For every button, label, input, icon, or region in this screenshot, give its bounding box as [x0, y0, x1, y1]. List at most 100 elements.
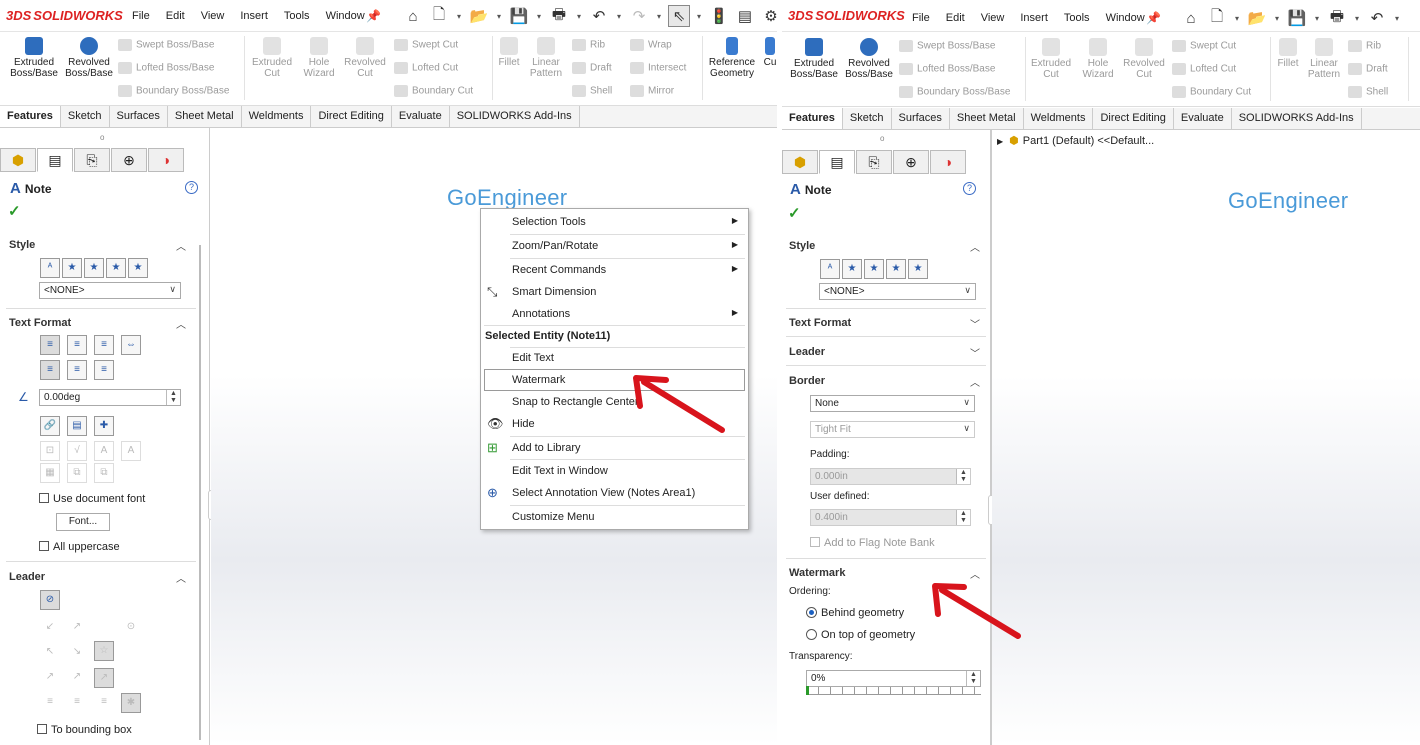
lofted-cut-button[interactable]: Lofted Cut [1172, 63, 1236, 75]
chevron-down-icon[interactable]: ▾ [494, 5, 504, 27]
help-icon[interactable]: ? [963, 182, 976, 195]
display-manager-tab-icon[interactable]: ◑ [930, 150, 966, 174]
spinner-icon[interactable]: ▲ ▼ [166, 390, 180, 405]
align-right-icon[interactable]: ≡ [94, 335, 114, 355]
menu-item-select-annotation-view[interactable]: ⊕ Select Annotation View (Notes Area1) [481, 482, 748, 504]
help-icon[interactable]: ? [185, 181, 198, 194]
tab-sheet-metal[interactable]: Sheet Metal [949, 108, 1024, 129]
load-style-icon[interactable]: ★ [128, 258, 148, 278]
chevron-down-icon[interactable]: ﹀ [970, 316, 980, 331]
add-style-icon[interactable]: ★ [62, 258, 82, 278]
undo-icon[interactable]: ↶ [1366, 7, 1388, 29]
menu-tools[interactable]: Tools [1056, 12, 1098, 24]
menu-file[interactable]: File [904, 12, 938, 24]
hole-wizard-button[interactable]: Hole Wizard [1076, 38, 1120, 80]
menu-window[interactable]: Window [1098, 12, 1153, 24]
delete-style-icon[interactable]: ★ [864, 259, 884, 279]
chevron-up-icon[interactable]: ︿ [176, 238, 186, 253]
mirror-button[interactable]: Mirror [630, 85, 674, 97]
justify-icon[interactable]: ⇔ [121, 335, 141, 355]
shell-button[interactable]: Shell [572, 85, 612, 97]
extruded-boss-button[interactable]: Extruded Boss/Base [6, 37, 62, 79]
new-document-icon[interactable]: 🗋 [1206, 7, 1228, 29]
file-properties-icon[interactable]: ▤ [734, 5, 756, 27]
draft-button[interactable]: Draft [572, 62, 612, 74]
tab-direct-editing[interactable]: Direct Editing [311, 106, 392, 127]
add-style-icon[interactable]: ★ [842, 259, 862, 279]
extruded-cut-button[interactable]: Extruded Cut [248, 37, 296, 79]
style-select[interactable]: <NONE> ∨ [819, 283, 976, 300]
menu-tools[interactable]: Tools [276, 10, 318, 22]
menu-item-customize-menu[interactable]: Customize Menu [481, 506, 748, 528]
chevron-down-icon[interactable]: ▾ [1392, 7, 1402, 29]
save-icon[interactable]: 💾 [508, 5, 530, 27]
on-top-geometry-radio[interactable]: On top of geometry [806, 629, 915, 641]
behind-geometry-radio[interactable]: Behind geometry [806, 607, 904, 619]
hole-wizard-button[interactable]: Hole Wizard [297, 37, 341, 79]
save-style-icon[interactable]: ★ [106, 258, 126, 278]
menu-item-add-to-library[interactable]: ⊞ Add to Library [481, 437, 748, 459]
pin-icon[interactable]: 📌 [366, 9, 381, 23]
spinner-icon[interactable]: ▲ ▼ [966, 671, 980, 686]
align-center-icon[interactable]: ≡ [67, 335, 87, 355]
menu-view[interactable]: View [193, 10, 233, 22]
tab-sketch[interactable]: Sketch [60, 106, 110, 127]
apply-style-icon[interactable]: ᴬ [40, 258, 60, 278]
align-left-icon[interactable]: ≡ [40, 335, 60, 355]
collapse-handle-icon[interactable]: o [880, 134, 884, 143]
lofted-boss-button[interactable]: Lofted Boss/Base [118, 62, 214, 74]
chevron-down-icon[interactable]: ▾ [614, 5, 624, 27]
feature-tree-root[interactable]: ▶ ⬢ Part1 (Default) <<Default... [997, 134, 1154, 147]
font-button[interactable]: Font... [56, 513, 110, 531]
delete-style-icon[interactable]: ★ [84, 258, 104, 278]
link-property-icon[interactable]: ▤ [67, 416, 87, 436]
tab-weldments[interactable]: Weldments [241, 106, 312, 127]
to-bounding-box-checkbox[interactable]: To bounding box [37, 724, 132, 736]
tab-addins[interactable]: SOLIDWORKS Add-Ins [1231, 108, 1362, 129]
rib-button[interactable]: Rib [572, 39, 605, 51]
tab-sheet-metal[interactable]: Sheet Metal [167, 106, 242, 127]
new-document-icon[interactable]: 🗋 [428, 5, 450, 27]
print-icon[interactable]: 🖶 [1326, 7, 1348, 29]
chevron-up-icon[interactable]: ︿ [970, 374, 980, 389]
style-select[interactable]: <NONE> ∨ [39, 282, 181, 299]
revolved-boss-button[interactable]: Revolved Boss/Base [62, 37, 116, 79]
save-style-icon[interactable]: ★ [886, 259, 906, 279]
align-bottom-icon[interactable]: ≡ [94, 360, 114, 380]
tab-weldments[interactable]: Weldments [1023, 108, 1094, 129]
linear-pattern-button[interactable]: Linear Pattern [526, 37, 566, 79]
select-icon[interactable]: ⇖ [668, 5, 690, 27]
draft-button[interactable]: Draft [1348, 63, 1388, 75]
print-icon[interactable]: 🖶 [548, 5, 570, 27]
leader-section-label[interactable]: Leader [789, 346, 825, 358]
menu-insert[interactable]: Insert [1012, 12, 1056, 24]
tab-evaluate[interactable]: Evaluate [1173, 108, 1232, 129]
menu-edit[interactable]: Edit [938, 12, 973, 24]
boundary-cut-button[interactable]: Boundary Cut [1172, 86, 1251, 98]
dimxpert-tab-icon[interactable]: ⊕ [111, 148, 147, 172]
configuration-manager-tab-icon[interactable]: ⎘ [74, 148, 110, 172]
graphics-area[interactable]: ▶ ⬢ Part1 (Default) <<Default... GoEnginee… [992, 130, 1420, 745]
redo-icon[interactable]: ↷ [628, 5, 650, 27]
swept-boss-button[interactable]: Swept Boss/Base [118, 39, 214, 51]
tab-surfaces[interactable]: Surfaces [109, 106, 168, 127]
tab-sketch[interactable]: Sketch [842, 108, 892, 129]
wrap-button[interactable]: Wrap [630, 39, 672, 51]
menu-item-zoom-pan-rotate[interactable]: Zoom/Pan/Rotate ▶ [481, 235, 748, 257]
swept-boss-button[interactable]: Swept Boss/Base [899, 40, 995, 52]
rib-button[interactable]: Rib [1348, 40, 1381, 52]
menu-file[interactable]: File [124, 10, 158, 22]
open-icon[interactable]: 📂 [1246, 7, 1268, 29]
menu-view[interactable]: View [973, 12, 1013, 24]
menu-window[interactable]: Window [318, 10, 373, 22]
chevron-down-icon[interactable]: ▾ [1232, 7, 1242, 29]
fillet-button[interactable]: Fillet [1273, 38, 1303, 69]
property-manager-tab-icon[interactable]: ▤ [37, 148, 73, 172]
angle-input[interactable]: 0.00deg ▲ ▼ [39, 389, 181, 406]
extruded-cut-button[interactable]: Extruded Cut [1028, 38, 1074, 80]
property-manager-tab-icon[interactable]: ▤ [819, 150, 855, 174]
pin-icon[interactable]: 📌 [1146, 11, 1161, 25]
pm-scrollbar[interactable] [199, 245, 201, 740]
fillet-button[interactable]: Fillet [494, 37, 524, 68]
tab-features[interactable]: Features [0, 106, 61, 127]
